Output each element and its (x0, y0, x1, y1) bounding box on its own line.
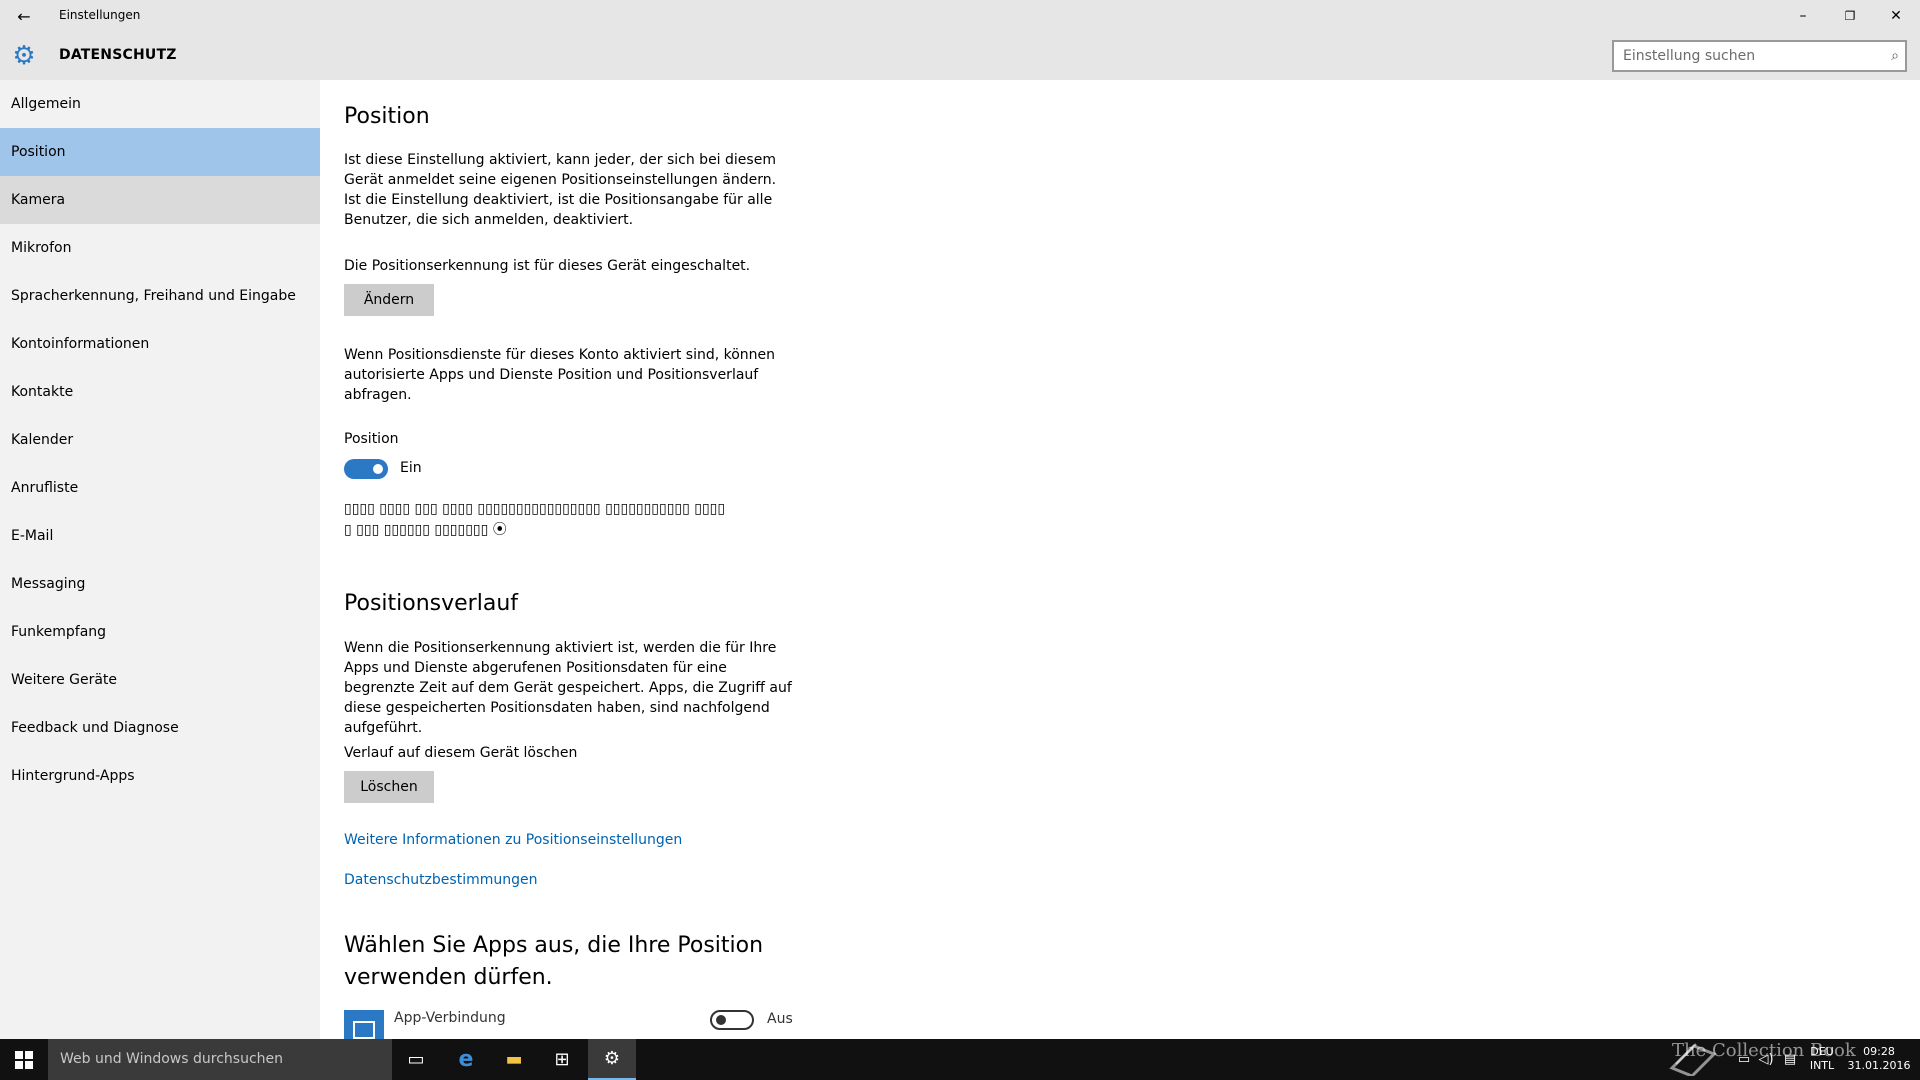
lang-bottom: INTL (1809, 1059, 1835, 1072)
content-pane: Position Ist diese Einstellung aktiviert… (344, 80, 1904, 1050)
sidebar-item-spracherkennung[interactable]: Spracherkennung, Freihand und Eingabe (0, 272, 320, 320)
app-verbindung-toggle[interactable] (710, 1010, 754, 1030)
more-info-link[interactable]: Weitere Informationen zu Positionseinste… (344, 832, 682, 848)
sidebar-item-anrufliste[interactable]: Anrufliste (0, 464, 320, 512)
windows-logo-icon (15, 1050, 33, 1069)
minimize-button[interactable]: – (1780, 0, 1826, 32)
sidebar: Allgemein Position Kamera Mikrofon Sprac… (0, 80, 320, 1039)
sidebar-item-messaging[interactable]: Messaging (0, 560, 320, 608)
store-button[interactable]: ⊞ (538, 1039, 586, 1080)
toggle-knob (716, 1015, 726, 1025)
sidebar-item-kontoinformationen[interactable]: Kontoinformationen (0, 320, 320, 368)
sidebar-item-kamera[interactable]: Kamera (0, 176, 320, 224)
history-heading: Positionsverlauf (344, 591, 519, 616)
settings-taskbar-button[interactable]: ⚙ (588, 1039, 636, 1080)
maximize-button[interactable]: ❐ (1827, 0, 1873, 32)
edge-button[interactable]: e (442, 1039, 490, 1080)
file-explorer-button[interactable]: ▬ (490, 1039, 538, 1080)
position-toggle-state: Ein (400, 460, 422, 476)
minimize-icon: – (1799, 8, 1807, 24)
position-description: Ist diese Einstellung aktiviert, kann je… (344, 152, 777, 228)
window-title: Einstellungen (59, 8, 141, 22)
settings-search-input[interactable] (1614, 42, 1905, 70)
task-view-button[interactable]: ▭ (392, 1039, 440, 1080)
task-view-icon: ▭ (407, 1049, 425, 1070)
clear-history-button[interactable]: Löschen (344, 771, 434, 803)
sidebar-item-position[interactable]: Position (0, 128, 320, 176)
privacy-link[interactable]: Datenschutzbestimmungen (344, 872, 537, 888)
position-toggle-label: Position (344, 431, 399, 447)
start-button[interactable] (0, 1039, 48, 1080)
sidebar-item-allgemein[interactable]: Allgemein (0, 80, 320, 128)
sidebar-item-kontakte[interactable]: Kontakte (0, 368, 320, 416)
watermark-text: The Collection Book (1672, 1040, 1856, 1061)
garbled-text-line-2: ▯ ▯▯▯ ▯▯▯▯▯▯ ▯▯▯▯▯▯▯ ⦿ (344, 522, 507, 538)
sidebar-item-weitere-geraete[interactable]: Weitere Geräte (0, 656, 320, 704)
title-bar: ← Einstellungen – ❐ ✕ (0, 0, 1920, 32)
account-description: Wenn Positionsdienste für dieses Konto a… (344, 347, 776, 403)
gear-icon: ⚙ (12, 41, 36, 71)
section-title: DATENSCHUTZ (59, 47, 177, 63)
sidebar-item-feedback[interactable]: Feedback und Diagnose (0, 704, 320, 752)
settings-search-box[interactable]: ⌕ (1612, 40, 1907, 72)
sidebar-item-funkempfang[interactable]: Funkempfang (0, 608, 320, 656)
back-button[interactable]: ← (10, 3, 38, 29)
sidebar-item-mikrofon[interactable]: Mikrofon (0, 224, 320, 272)
folder-icon: ▬ (505, 1049, 523, 1070)
position-heading: Position (344, 104, 430, 129)
clear-history-label: Verlauf auf diesem Gerät löschen (344, 745, 578, 761)
store-icon: ⊞ (554, 1049, 570, 1070)
change-button[interactable]: Ändern (344, 284, 434, 316)
edge-icon: e (458, 1047, 474, 1072)
clock-date: 31.01.2016 (1847, 1059, 1911, 1072)
apps-heading: Wählen Sie Apps aus, die Ihre Position v… (344, 933, 764, 990)
history-description: Wenn die Positionserkennung aktiviert is… (344, 640, 792, 736)
close-icon: ✕ (1890, 8, 1902, 24)
maximize-icon: ❐ (1844, 9, 1856, 23)
settings-gear-icon: ⚙ (603, 1048, 621, 1069)
close-button[interactable]: ✕ (1873, 0, 1919, 32)
taskbar-search[interactable]: Web und Windows durchsuchen (48, 1039, 392, 1080)
app-name: App-Verbindung (394, 1010, 506, 1026)
taskbar: Web und Windows durchsuchen ▭ e ▬ ⊞ ⚙ ▭ … (0, 1039, 1920, 1080)
sidebar-item-email[interactable]: E-Mail (0, 512, 320, 560)
search-icon[interactable]: ⌕ (1891, 48, 1899, 64)
sidebar-item-kalender[interactable]: Kalender (0, 416, 320, 464)
taskbar-search-placeholder: Web und Windows durchsuchen (60, 1051, 284, 1067)
device-status-text: Die Positionserkennung ist für dieses Ge… (344, 258, 751, 274)
toggle-knob (373, 464, 383, 474)
back-arrow-icon: ← (17, 6, 31, 26)
app-toggle-state: Aus (767, 1011, 793, 1027)
position-toggle[interactable] (344, 459, 388, 479)
sidebar-item-hintergrund-apps[interactable]: Hintergrund-Apps (0, 752, 320, 800)
garbled-text-line-1: ▯▯▯▯ ▯▯▯▯ ▯▯▯ ▯▯▯▯ ▯▯▯▯▯▯▯▯▯▯▯▯▯▯▯▯ ▯▯▯▯… (344, 501, 726, 517)
